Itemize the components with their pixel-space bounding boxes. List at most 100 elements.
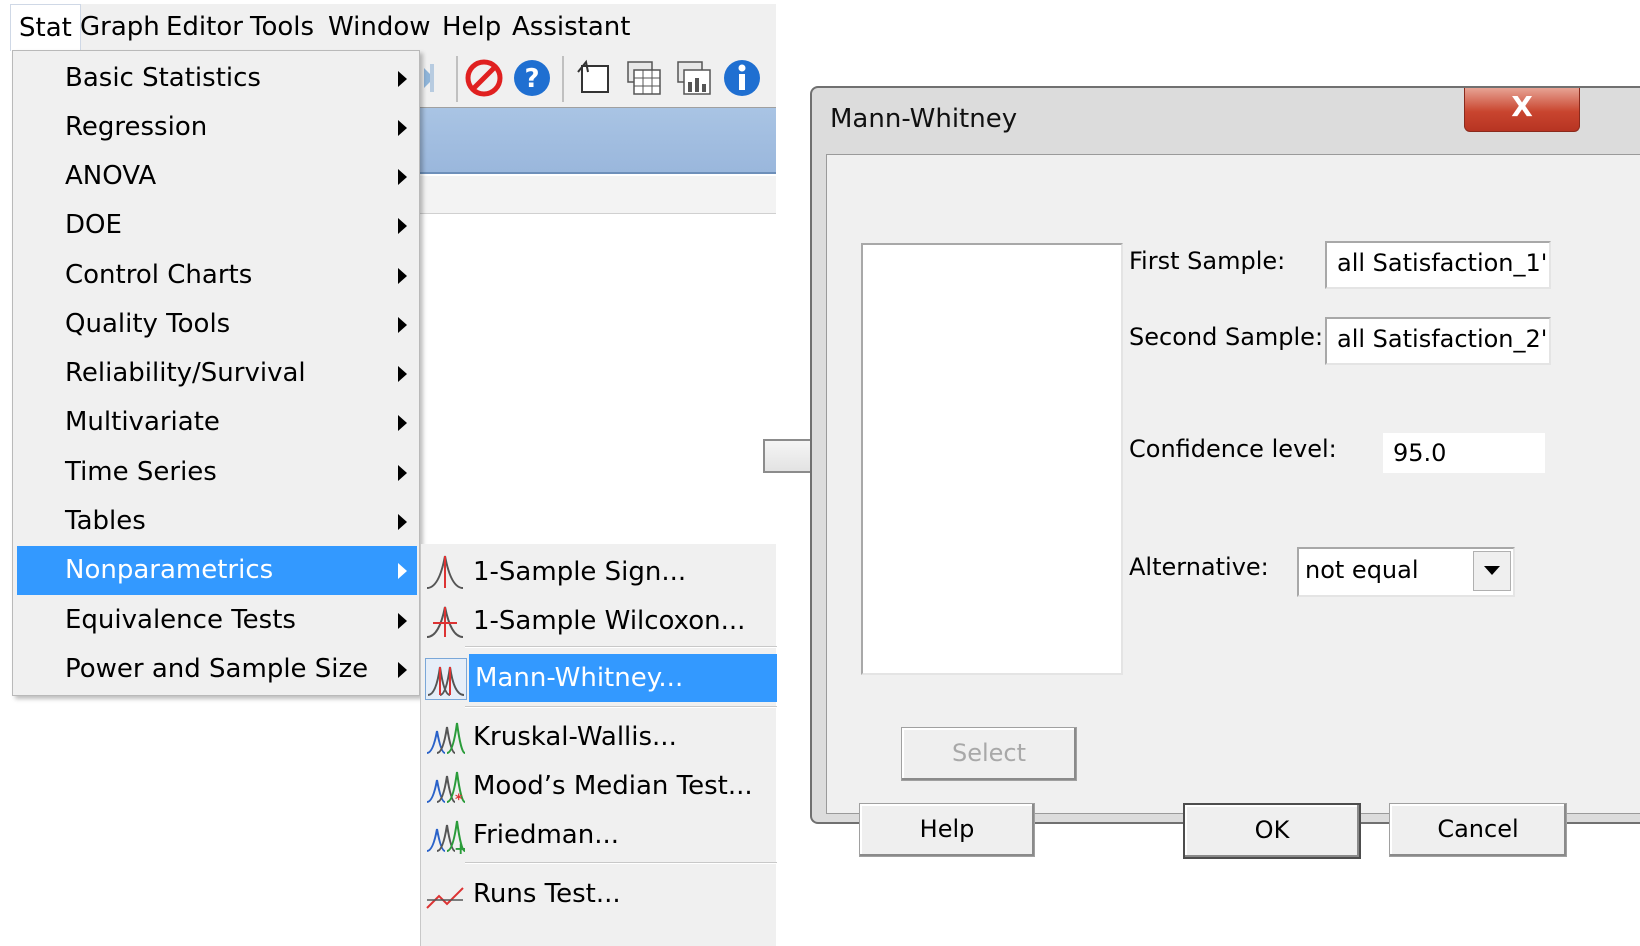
submenu-item-label: Kruskal-Wallis... <box>473 722 677 752</box>
submenu-arrow-icon <box>398 613 407 629</box>
menu-tools[interactable]: Tools <box>242 4 322 50</box>
dialog-title: Mann-Whitney <box>830 104 1018 134</box>
svg-text:*: * <box>455 792 463 806</box>
stat-menu: Basic Statistics Regression ANOVA DOE Co… <box>12 50 420 696</box>
menu-item-time-series[interactable]: Time Series <box>17 448 417 497</box>
cancel-button[interactable]: Cancel <box>1389 803 1567 857</box>
first-sample-field[interactable]: all Satisfaction_1' <box>1325 241 1551 289</box>
toolbar: ? <box>420 50 776 108</box>
select-button[interactable]: Select <box>901 727 1077 781</box>
menu-graph[interactable]: Graph <box>72 4 168 50</box>
submenu-item-mann-whitney[interactable]: Mann-Whitney... <box>423 654 777 702</box>
menu-help[interactable]: Help <box>434 4 509 50</box>
confidence-level-field[interactable]: 95.0 <box>1383 433 1545 473</box>
submenu-item-runs-test[interactable]: Runs Test... <box>423 870 777 918</box>
toolbar-partial-icon[interactable] <box>420 58 460 98</box>
menu-item-label: Power and Sample Size <box>65 654 369 684</box>
menu-item-quality-tools[interactable]: Quality Tools <box>17 300 417 349</box>
kruskal-wallis-icon <box>426 722 465 754</box>
mann-whitney-icon <box>425 658 467 700</box>
submenu-arrow-icon <box>398 268 407 284</box>
alternative-label: Alternative: <box>1129 553 1269 581</box>
submenu-item-friedman[interactable]: + Friedman... <box>423 811 777 859</box>
wilcoxon-icon <box>426 606 464 638</box>
menu-editor[interactable]: Editor <box>158 4 251 50</box>
submenu-arrow-icon <box>398 662 407 678</box>
friedman-icon: + <box>426 820 465 855</box>
first-sample-label: First Sample: <box>1129 247 1286 275</box>
menu-assistant[interactable]: Assistant <box>504 4 638 50</box>
cancel-icon[interactable] <box>464 58 504 98</box>
menu-separator <box>465 706 777 708</box>
menu-item-anova[interactable]: ANOVA <box>17 152 417 201</box>
close-button[interactable]: X <box>1464 88 1580 132</box>
submenu-arrow-icon <box>398 71 407 87</box>
menu-item-nonparametrics[interactable]: Nonparametrics <box>17 546 417 595</box>
menu-item-control-charts[interactable]: Control Charts <box>17 251 417 300</box>
ok-button[interactable]: OK <box>1183 803 1361 859</box>
menu-item-label: Reliability/Survival <box>65 358 306 388</box>
submenu-arrow-icon <box>398 169 407 185</box>
submenu-item-kruskal-wallis[interactable]: Kruskal-Wallis... <box>423 713 777 761</box>
window-title-bar <box>420 108 776 174</box>
menu-item-regression[interactable]: Regression <box>17 103 417 152</box>
menu-item-doe[interactable]: DOE <box>17 201 417 250</box>
menu-item-label: Quality Tools <box>65 309 231 339</box>
submenu-arrow-icon <box>398 465 407 481</box>
scroll-icon[interactable] <box>574 58 614 98</box>
mann-whitney-dialog: Mann-Whitney X First Sample: all Satisfa… <box>810 86 1640 859</box>
nonparametrics-submenu: 1-Sample Sign... 1-Sample Wilcoxon... Ma… <box>420 544 777 946</box>
info-icon[interactable] <box>722 58 762 98</box>
menu-item-tables[interactable]: Tables <box>17 497 417 546</box>
chevron-down-icon[interactable] <box>1473 551 1511 591</box>
submenu-arrow-icon <box>398 218 407 234</box>
help-button[interactable]: Help <box>859 803 1035 857</box>
menu-item-equivalence-tests[interactable]: Equivalence Tests <box>17 596 417 645</box>
menu-separator <box>465 646 777 648</box>
submenu-arrow-icon <box>398 366 407 382</box>
worksheet-icon[interactable] <box>624 58 664 98</box>
variable-list[interactable] <box>861 243 1123 675</box>
menu-item-power-sample-size[interactable]: Power and Sample Size <box>17 645 417 694</box>
menu-separator <box>465 862 777 864</box>
sign-test-icon <box>426 555 464 589</box>
menu-window[interactable]: Window <box>320 4 439 50</box>
help-icon[interactable]: ? <box>512 58 552 98</box>
menu-item-label: Regression <box>65 112 208 142</box>
menu-item-basic-statistics[interactable]: Basic Statistics <box>17 54 417 103</box>
menu-item-multivariate[interactable]: Multivariate <box>17 398 417 447</box>
menu-item-label: DOE <box>65 210 122 240</box>
second-sample-field[interactable]: all Satisfaction_2' <box>1325 317 1551 365</box>
menu-item-label: ANOVA <box>65 161 157 191</box>
confidence-level-label: Confidence level: <box>1129 435 1337 463</box>
worksheet-graph-icon[interactable] <box>674 58 714 98</box>
submenu-arrow-icon <box>398 120 407 136</box>
submenu-item-1-sample-sign[interactable]: 1-Sample Sign... <box>423 548 777 596</box>
submenu-arrow-icon <box>398 563 407 579</box>
menu-item-label: Nonparametrics <box>65 555 274 585</box>
app-edge <box>0 50 12 300</box>
menu-item-label: Basic Statistics <box>65 63 261 93</box>
submenu-item-label: Friedman... <box>473 820 620 850</box>
dialog-client-area: First Sample: all Satisfaction_1' Second… <box>826 154 1640 859</box>
menu-item-reliability-survival[interactable]: Reliability/Survival <box>17 349 417 398</box>
submenu-item-label: Mann-Whitney... <box>469 654 777 702</box>
submenu-arrow-icon <box>398 514 407 530</box>
submenu-arrow-icon <box>398 317 407 333</box>
moods-median-icon: * <box>426 771 465 806</box>
window-header-strip <box>420 176 776 214</box>
submenu-item-moods-median[interactable]: * Mood’s Median Test... <box>423 762 777 810</box>
alternative-select[interactable]: not equal <box>1297 547 1515 597</box>
second-sample-label: Second Sample: <box>1129 323 1324 351</box>
alternative-value: not equal <box>1305 556 1419 584</box>
menu-bar: Stat Graph Editor Tools Window Help Assi… <box>10 4 776 51</box>
menu-item-label: Equivalence Tests <box>65 605 296 635</box>
svg-text:?: ? <box>524 64 539 94</box>
runs-test-icon <box>426 887 464 909</box>
menu-item-label: Tables <box>65 506 146 536</box>
submenu-item-1-sample-wilcoxon[interactable]: 1-Sample Wilcoxon... <box>423 597 777 645</box>
close-icon: X <box>1511 90 1533 123</box>
svg-text:+: + <box>454 839 465 855</box>
menu-stat[interactable]: Stat <box>10 4 81 51</box>
submenu-item-label: 1-Sample Wilcoxon... <box>473 606 746 636</box>
